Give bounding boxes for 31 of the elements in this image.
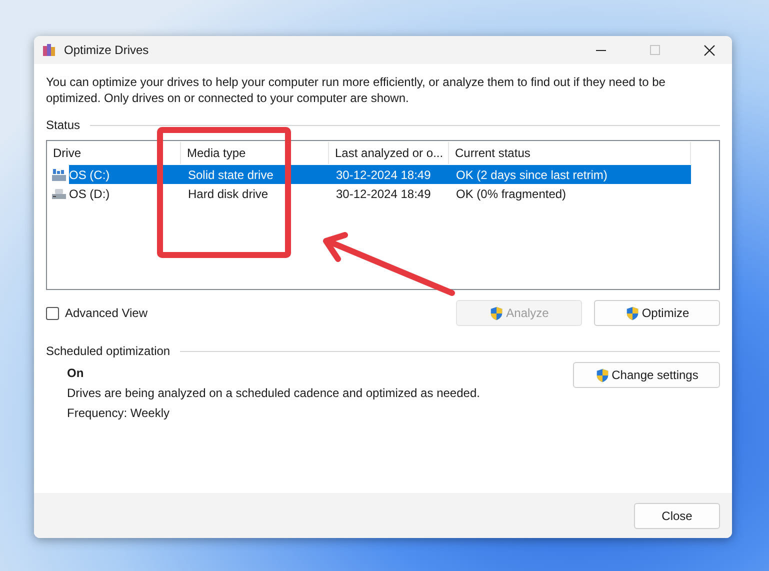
table-cell-text: Hard disk drive (187, 186, 270, 202)
shield-icon (624, 306, 640, 320)
window-title: Optimize Drives (64, 43, 150, 57)
action-button[interactable]: Optimize (594, 300, 720, 326)
change-settings-button[interactable]: Change settings (573, 362, 720, 388)
column-header[interactable]: Current status (449, 142, 691, 164)
drive-name[interactable]: OS (C:) (69, 165, 181, 184)
schedule-description: Drives are being analyzed on a scheduled cadence and optimized as needed. (67, 386, 481, 400)
close-dialog-button[interactable]: Close (634, 502, 720, 528)
drive-name[interactable]: OS (D:) (69, 186, 110, 200)
close-icon (704, 44, 714, 56)
column-header[interactable]: Media type (181, 142, 329, 164)
table-cell-text: OK (0% fragmented) (455, 186, 568, 202)
frequency-text: Frequency: Weekly (67, 406, 170, 420)
table-cell: OK (2 days since last retrim) (449, 165, 691, 184)
shield-icon (594, 368, 610, 382)
column-header[interactable]: Drive (47, 142, 181, 164)
checkbox[interactable] (46, 306, 59, 320)
drive-icon (51, 186, 67, 200)
table-cell: Solid state drive (181, 165, 329, 184)
description-text: You can optimize your drives to help your computer run more efficiently, or analyze them to find out if they need to be optimized. Only drives on or connected to your computer are shown. (46, 74, 666, 106)
column-header[interactable]: Last analyzed or o... (329, 142, 449, 164)
table-cell: 30-12-2024 18:49 (329, 165, 449, 184)
section-heading: Status (46, 118, 80, 132)
schedule-state: On (67, 366, 85, 380)
checkbox-label: Advanced View (65, 306, 148, 320)
shield-icon (489, 306, 504, 320)
section-heading: Scheduled optimization (46, 344, 170, 358)
app-icon (42, 43, 56, 57)
drive-icon (51, 168, 67, 182)
table-cell-text: 30-12-2024 18:49 (335, 186, 432, 202)
